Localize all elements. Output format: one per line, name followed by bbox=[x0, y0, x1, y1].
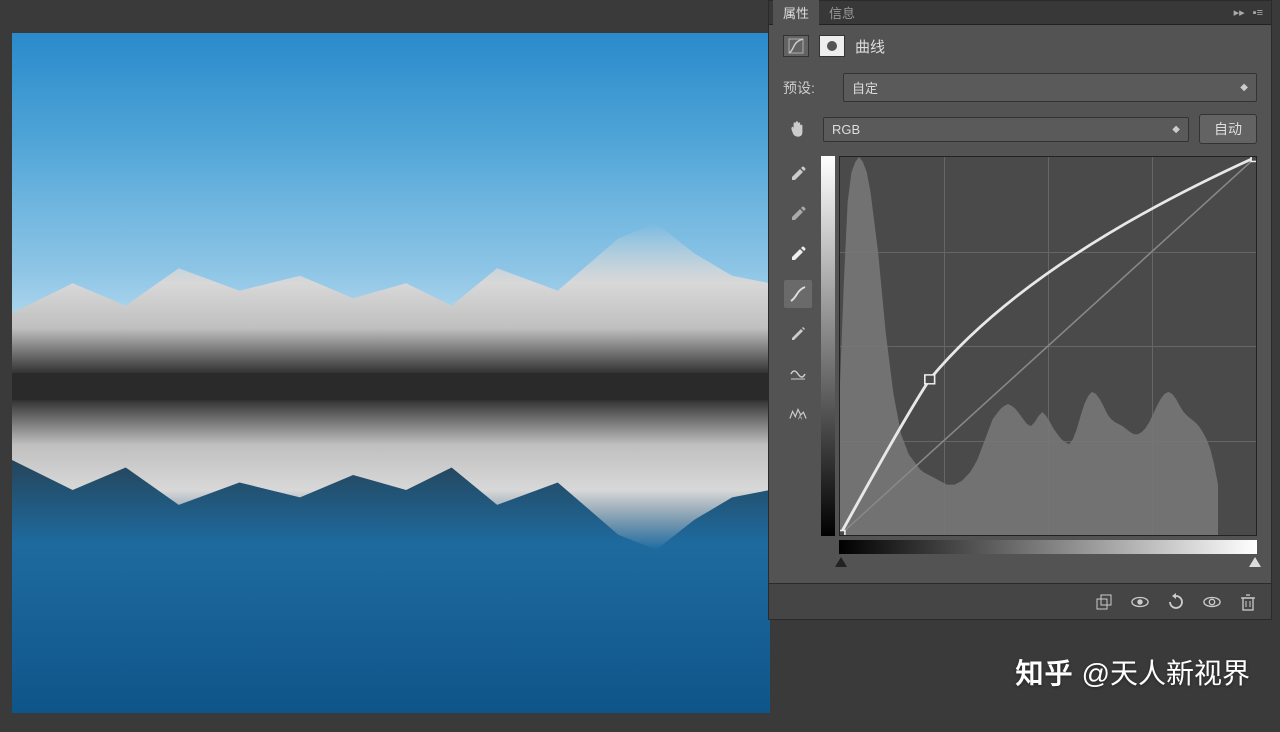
curve-grid[interactable] bbox=[839, 156, 1257, 536]
white-point-slider[interactable] bbox=[1249, 554, 1261, 564]
preset-row: 预设: 自定 ◆ bbox=[769, 67, 1271, 108]
chevron-down-icon: ◆ bbox=[1172, 124, 1180, 135]
view-previous-icon[interactable] bbox=[1131, 593, 1149, 611]
chevron-down-icon: ◆ bbox=[1240, 82, 1248, 93]
channel-select[interactable]: RGB ◆ bbox=[823, 117, 1189, 142]
input-gradient bbox=[839, 540, 1257, 554]
curves-editor: A bbox=[769, 150, 1271, 428]
adjustment-header: 曲线 bbox=[769, 25, 1271, 67]
channel-value: RGB bbox=[832, 122, 860, 137]
preset-select[interactable]: 自定 ◆ bbox=[843, 73, 1257, 102]
targeted-adjustment-icon[interactable] bbox=[783, 116, 813, 142]
curve-tools: A bbox=[783, 156, 813, 428]
properties-panel: 属性 信息 ▸▸ ▪≡ 曲线 预设: 自定 ◆ RGB ◆ 自动 bbox=[768, 0, 1272, 620]
collapse-icon[interactable]: ▸▸ bbox=[1230, 6, 1249, 19]
mountain-reflection-graphic bbox=[12, 400, 770, 550]
watermark-author: @天人新视界 bbox=[1082, 652, 1250, 692]
smooth-tool-icon[interactable] bbox=[784, 360, 812, 388]
curves-adjustment-icon bbox=[783, 35, 809, 57]
preset-label: 预设: bbox=[783, 78, 833, 98]
canvas-image[interactable] bbox=[12, 33, 770, 713]
pencil-tool-icon[interactable] bbox=[784, 320, 812, 348]
watermark: 知乎 @天人新视界 bbox=[1016, 652, 1250, 692]
mask-icon[interactable] bbox=[819, 35, 845, 57]
panel-tabs: 属性 信息 ▸▸ ▪≡ bbox=[769, 1, 1271, 25]
mountain-graphic bbox=[12, 223, 770, 373]
svg-text:A: A bbox=[798, 414, 803, 421]
clip-display-icon[interactable]: A bbox=[784, 400, 812, 428]
panel-footer bbox=[769, 583, 1271, 619]
delete-icon[interactable] bbox=[1239, 593, 1257, 611]
curve-point-tool-icon[interactable] bbox=[784, 280, 812, 308]
toggle-visibility-icon[interactable] bbox=[1203, 593, 1221, 611]
auto-button[interactable]: 自动 bbox=[1199, 114, 1257, 144]
watermark-brand: 知乎 bbox=[1016, 652, 1074, 692]
eyedropper-white-icon[interactable] bbox=[784, 240, 812, 268]
eyedropper-gray-icon[interactable] bbox=[784, 200, 812, 228]
panel-menu-icon[interactable]: ▪≡ bbox=[1249, 7, 1267, 19]
reset-icon[interactable] bbox=[1167, 593, 1185, 611]
tab-properties[interactable]: 属性 bbox=[773, 0, 819, 26]
output-gradient bbox=[821, 156, 835, 536]
clip-to-layer-icon[interactable] bbox=[1095, 593, 1113, 611]
channel-row: RGB ◆ 自动 bbox=[769, 108, 1271, 150]
black-point-slider[interactable] bbox=[835, 554, 847, 564]
curve-line[interactable] bbox=[840, 157, 1256, 535]
preset-value: 自定 bbox=[852, 78, 878, 97]
curve-graph-area bbox=[821, 156, 1257, 428]
adjustment-title: 曲线 bbox=[855, 36, 885, 57]
tab-info[interactable]: 信息 bbox=[819, 0, 865, 26]
eyedropper-black-icon[interactable] bbox=[784, 160, 812, 188]
